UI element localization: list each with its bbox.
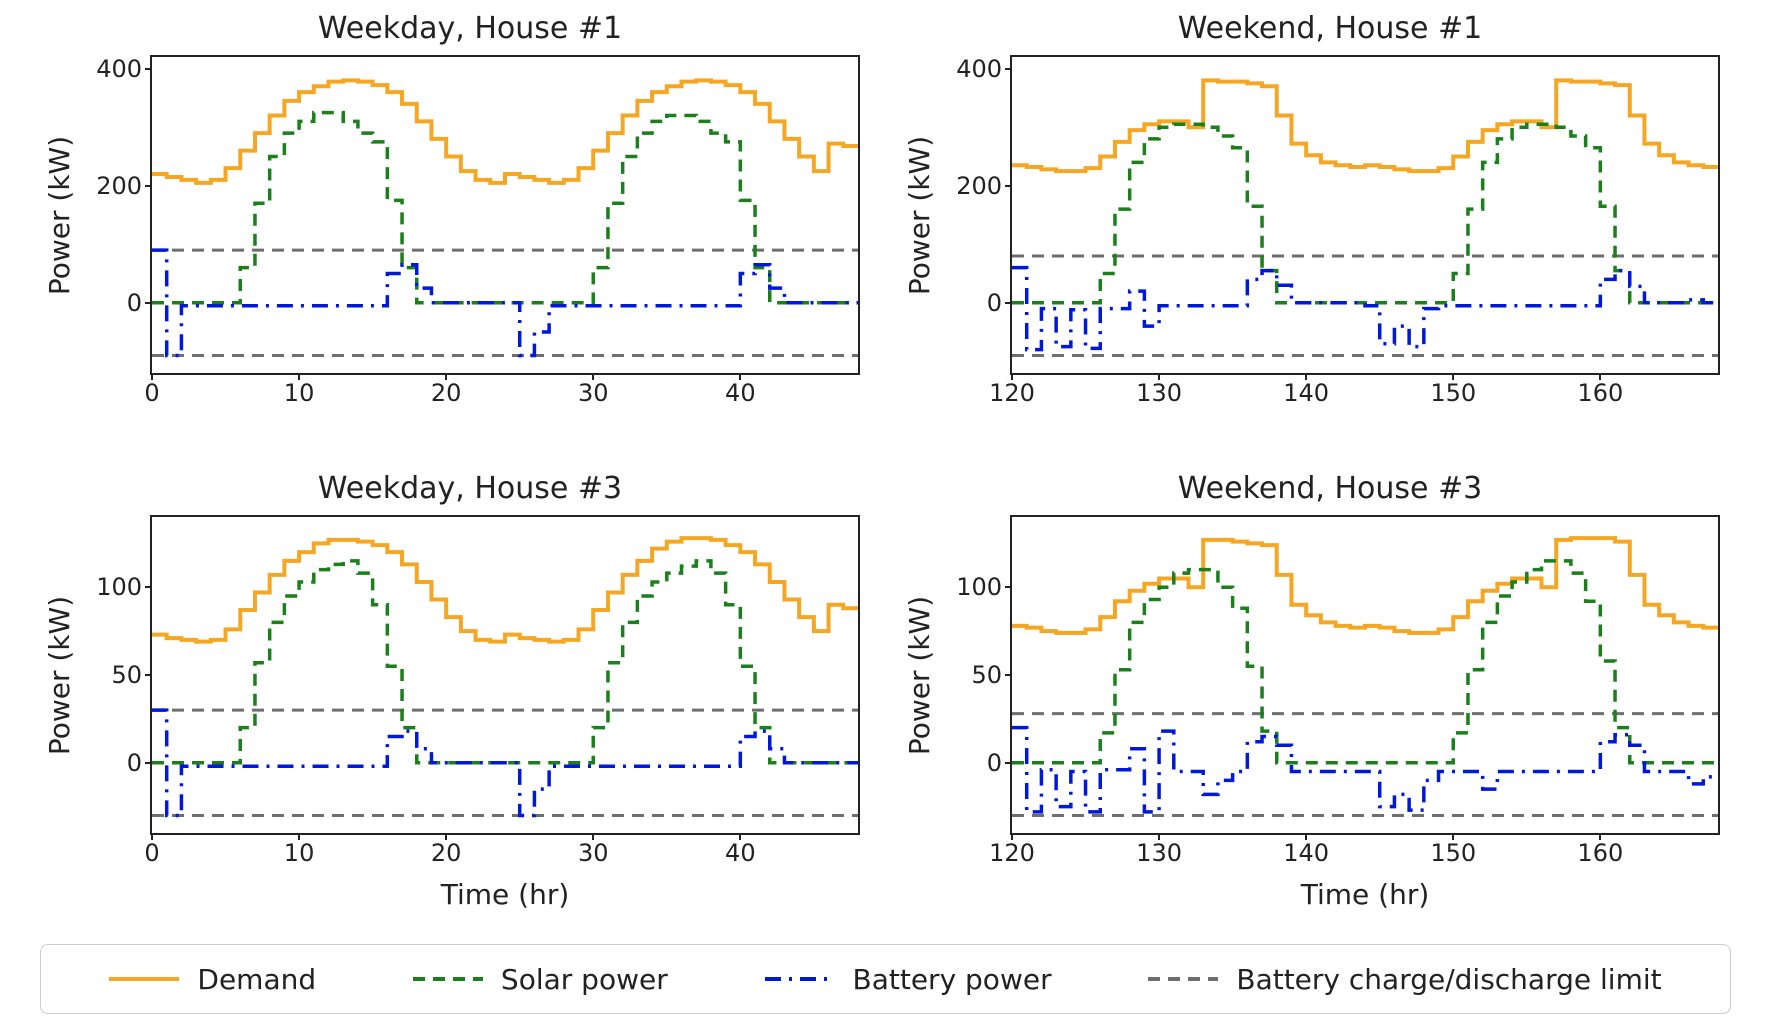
panel-weekday-house1: Weekday, House #10200400010203040Power (…	[70, 15, 870, 445]
xtick-label: 10	[284, 833, 315, 867]
xtick-label: 30	[578, 833, 609, 867]
xtick-label: 0	[144, 373, 159, 407]
solar-line	[152, 113, 858, 303]
xtick-label: 40	[725, 373, 756, 407]
legend: Demand Solar power Battery power Battery ch…	[40, 944, 1731, 1014]
plot-area: 0200400010203040	[150, 55, 860, 375]
ytick-label: 0	[127, 749, 152, 777]
legend-label: Solar power	[501, 963, 668, 996]
ylabel: Power (kW)	[900, 55, 940, 375]
xtick-label: 130	[1136, 373, 1182, 407]
xtick-label: 40	[725, 833, 756, 867]
legend-label: Battery power	[853, 963, 1052, 996]
panel-title: Weekend, House #1	[930, 11, 1730, 46]
plot-area: 050100010203040	[150, 515, 860, 835]
demand-line	[152, 80, 858, 182]
solar-line	[1012, 124, 1718, 302]
xlabel: Time (hr)	[1010, 878, 1720, 911]
ytick-label: 50	[111, 661, 152, 689]
ytick-label: 200	[96, 172, 152, 200]
panel-weekend-house3: Weekend, House #3050100120130140150160Po…	[930, 475, 1730, 905]
xtick-label: 160	[1577, 373, 1623, 407]
xtick-label: 150	[1430, 833, 1476, 867]
demand-line	[1012, 80, 1718, 171]
xtick-label: 120	[989, 833, 1035, 867]
panel-weekday-house3: Weekday, House #3050100010203040Power (k…	[70, 475, 870, 905]
xtick-label: 150	[1430, 373, 1476, 407]
battery-line	[152, 250, 858, 355]
plot-svg	[152, 57, 858, 373]
ytick-label: 0	[987, 749, 1012, 777]
ytick-label: 100	[956, 573, 1012, 601]
plot-svg	[1012, 57, 1718, 373]
demand-line	[1012, 538, 1718, 633]
solar-line	[1012, 561, 1718, 763]
panel-title: Weekend, House #3	[930, 471, 1730, 506]
demand-swatch-icon	[109, 974, 179, 984]
battery-line	[1012, 268, 1718, 350]
ytick-label: 400	[956, 55, 1012, 83]
demand-line	[152, 538, 858, 642]
battery-line	[1012, 728, 1718, 812]
plot-svg	[1012, 517, 1718, 833]
limit-swatch-icon	[1148, 974, 1218, 984]
ytick-label: 50	[971, 661, 1012, 689]
ytick-label: 0	[987, 289, 1012, 317]
plot-area: 0200400120130140150160	[1010, 55, 1720, 375]
solar-swatch-icon	[413, 974, 483, 984]
xlabel: Time (hr)	[150, 878, 860, 911]
xtick-label: 30	[578, 373, 609, 407]
legend-label: Demand	[197, 963, 316, 996]
ytick-label: 100	[96, 573, 152, 601]
plot-area: 050100120130140150160	[1010, 515, 1720, 835]
xtick-label: 140	[1283, 373, 1329, 407]
ylabel: Power (kW)	[900, 515, 940, 835]
legend-item-battery: Battery power	[765, 963, 1052, 996]
panel-title: Weekday, House #3	[70, 471, 870, 506]
ytick-label: 400	[96, 55, 152, 83]
xtick-label: 160	[1577, 833, 1623, 867]
legend-item-solar: Solar power	[413, 963, 668, 996]
legend-label: Battery charge/discharge limit	[1236, 963, 1661, 996]
ytick-label: 0	[127, 289, 152, 317]
legend-item-limit: Battery charge/discharge limit	[1148, 963, 1661, 996]
plot-svg	[152, 517, 858, 833]
xtick-label: 20	[431, 373, 462, 407]
xtick-label: 20	[431, 833, 462, 867]
legend-item-demand: Demand	[109, 963, 316, 996]
ylabel: Power (kW)	[40, 515, 80, 835]
subplot-grid: Weekday, House #10200400010203040Power (…	[70, 15, 1730, 905]
panel-weekend-house1: Weekend, House #10200400120130140150160P…	[930, 15, 1730, 445]
battery-line	[152, 710, 858, 815]
figure: Weekday, House #10200400010203040Power (…	[0, 0, 1771, 1034]
xtick-label: 0	[144, 833, 159, 867]
xtick-label: 120	[989, 373, 1035, 407]
ytick-label: 200	[956, 172, 1012, 200]
xtick-label: 10	[284, 373, 315, 407]
xtick-label: 140	[1283, 833, 1329, 867]
panel-title: Weekday, House #1	[70, 11, 870, 46]
xtick-label: 130	[1136, 833, 1182, 867]
ylabel: Power (kW)	[40, 55, 80, 375]
battery-swatch-icon	[765, 974, 835, 984]
